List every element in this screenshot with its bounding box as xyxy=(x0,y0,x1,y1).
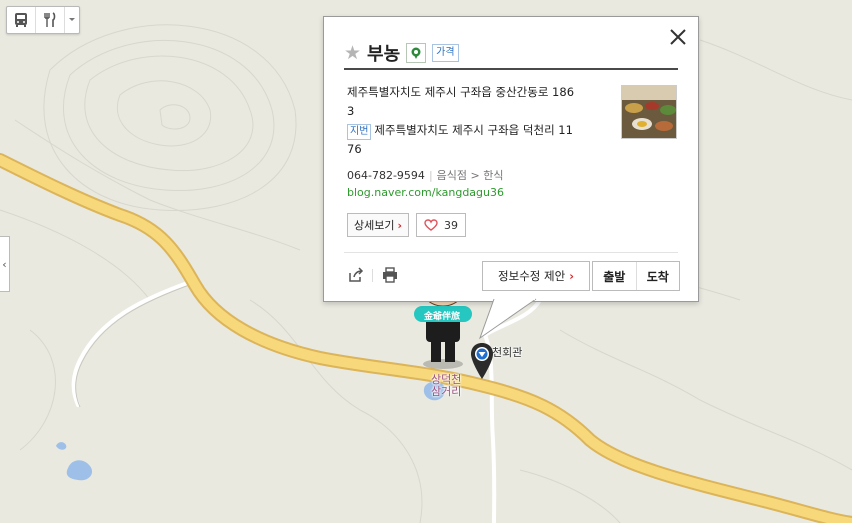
bus-layer-button[interactable] xyxy=(7,7,36,33)
detail-view-label: 상세보기 xyxy=(354,219,395,232)
footer-divider xyxy=(344,252,678,253)
intersection-label-line2: 삼거리 xyxy=(431,385,462,398)
road-address-line1: 제주특별자치도 제주시 구좌읍 중산간동로 186 xyxy=(347,85,575,99)
address-block: 제주특별자치도 제주시 구좌읍 중산간동로 186 3 지번 제주특별자치도 제주… xyxy=(347,83,583,159)
chevron-down-icon xyxy=(69,18,75,21)
place-info-popup: ★ 부농 가격 제주특별자치도 제주시 구좌읍 중산간동로 186 3 지번 제주… xyxy=(323,16,699,302)
bus-icon xyxy=(15,13,27,27)
side-panel-toggle[interactable]: ‹ xyxy=(0,236,10,292)
road-address-line2: 3 xyxy=(347,104,355,118)
place-label[interactable]: 천회관 xyxy=(492,344,522,360)
category-main[interactable]: 음식점 xyxy=(437,169,467,182)
share-icon[interactable] xyxy=(348,267,364,283)
route-buttons: 출발 도착 xyxy=(592,261,680,291)
chevron-right-icon: › xyxy=(569,269,574,283)
depart-button[interactable]: 출발 xyxy=(593,262,636,290)
chevron-left-icon: ‹ xyxy=(2,257,7,271)
category-sub[interactable]: 한식 xyxy=(483,169,503,182)
restaurant-layer-button[interactable] xyxy=(36,7,65,33)
intersection-label[interactable]: 상덕천 삼거리 xyxy=(431,374,461,398)
character-badge-text: 金爺伴旅 xyxy=(423,312,460,322)
blog-link[interactable]: blog.naver.com/kangdagu36 xyxy=(347,186,504,199)
chevron-right-icon: › xyxy=(397,218,403,232)
star-icon[interactable]: ★ xyxy=(344,43,361,63)
map-layer-toolbar xyxy=(6,6,80,34)
icon-separator xyxy=(372,269,373,282)
like-count: 39 xyxy=(444,218,458,232)
food-photo xyxy=(622,86,676,138)
jibun-address-text: 제주특별자치도 제주시 구좌읍 덕천리 11 xyxy=(374,123,573,137)
place-name[interactable]: 부농 xyxy=(367,40,400,66)
detail-view-button[interactable]: 상세보기 › xyxy=(347,213,410,237)
category-arrow: > xyxy=(470,169,480,182)
jibun-tag: 지번 xyxy=(347,124,372,140)
place-title-row: ★ 부농 가격 xyxy=(344,37,678,69)
map-pin-icon xyxy=(411,47,421,59)
heart-icon xyxy=(424,219,438,231)
restaurant-icon xyxy=(44,12,56,27)
suggest-edit-button[interactable]: 정보수정 제안 › xyxy=(482,261,590,291)
contact-line: 064-782-9594 | 음식점 > 한식 xyxy=(347,169,504,182)
popup-pointer xyxy=(479,298,537,340)
price-badge[interactable]: 가격 xyxy=(432,44,459,62)
like-button[interactable]: 39 xyxy=(416,213,466,237)
arrive-button[interactable]: 도착 xyxy=(635,262,680,290)
phone-number[interactable]: 064-782-9594 xyxy=(347,169,425,182)
jibun-address-line2: 76 xyxy=(347,142,362,156)
title-divider xyxy=(344,68,678,70)
place-photo-thumbnail[interactable] xyxy=(621,85,677,139)
layer-dropdown-button[interactable] xyxy=(65,7,79,33)
suggest-edit-label: 정보수정 제안 xyxy=(498,269,566,283)
print-icon[interactable] xyxy=(382,267,398,283)
certified-badge xyxy=(406,43,427,63)
jibun-address-line1: 지번 제주특별자치도 제주시 구좌읍 덕천리 11 xyxy=(347,121,583,140)
